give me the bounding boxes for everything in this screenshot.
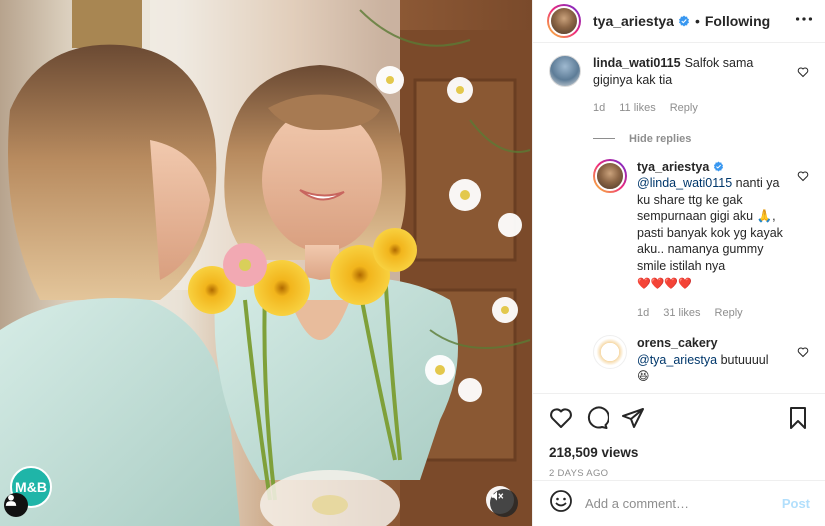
reply-meta: 1d 31 likes Reply [637,305,787,322]
comment-time[interactable]: 1d [593,100,605,117]
speaker-muted-icon [491,491,504,501]
comment-username[interactable]: linda_wati0115 [593,56,681,70]
reply-avatar[interactable] [593,335,627,369]
mute-button[interactable] [490,489,518,517]
reply-text: butuuuul [720,352,769,367]
comment-input[interactable] [585,496,765,511]
post-photo [0,0,532,526]
action-icons [549,406,810,435]
reply-item: orens_cakery @tya_ariestya butuuuul 😆 [593,335,809,385]
like-icon[interactable] [549,406,573,435]
emoji-icon[interactable] [549,489,573,518]
header-separator: • [694,13,700,29]
hide-replies-label: Hide replies [629,132,692,145]
tagged-users-button[interactable] [4,493,28,517]
reply-likes[interactable]: 31 likes [663,305,700,322]
reply-avatar[interactable] [593,158,627,193]
like-comment-icon[interactable] [797,65,809,83]
post-panel: tya_ariestya • Following linda_wati0115 … [532,0,825,526]
reply-time[interactable]: 1d [637,305,649,322]
comments-list[interactable]: linda_wati0115 Salfok sama giginya kak ti… [533,43,825,390]
like-reply-icon[interactable] [797,345,809,363]
watermark-text: M&B [15,479,47,495]
person-icon [5,494,17,506]
reply-mention[interactable]: @tya_ariestya [637,353,717,367]
avatar-image [549,6,579,36]
like-reply-icon[interactable] [797,169,809,187]
more-options-icon[interactable] [793,8,815,35]
divider-line [593,138,615,139]
reply-username[interactable]: tya_ariestya [637,160,709,174]
reply-text: nanti ya ku share ttg ke gak sempurnaan … [637,176,783,273]
share-icon[interactable] [621,406,645,435]
post-media[interactable]: M&B [0,0,532,526]
add-comment-bar: Post [533,480,825,526]
reply-body: orens_cakery @tya_ariestya butuuuul 😆 [637,335,787,385]
following-button[interactable]: Following [705,13,770,29]
post-header: tya_ariestya • Following [533,0,825,43]
comment-item: linda_wati0115 Salfok sama giginya kak ti… [549,55,809,117]
reply-emoji: 😆 [637,369,650,383]
post-date[interactable]: 2 DAYS AGO [549,468,810,479]
reply-item: tya_ariestya @linda_wati0115 nanti ya ku… [593,158,809,322]
reply-username[interactable]: orens_cakery [637,336,718,350]
comment-body: linda_wati0115 Salfok sama giginya kak ti… [593,55,783,117]
reply-button[interactable]: Reply [715,305,743,322]
comment-likes[interactable]: 11 likes [619,100,655,117]
author-username[interactable]: tya_ariestya [593,13,674,29]
comment-icon[interactable] [585,406,610,435]
verified-badge-icon [678,15,690,27]
reply-hearts: ❤️❤️❤️❤️ [637,278,692,290]
reply-button[interactable]: Reply [670,100,698,117]
reply-body: tya_ariestya @linda_wati0115 nanti ya ku… [637,159,787,322]
view-count[interactable]: 218,509 views [549,445,810,460]
post-comment-button[interactable]: Post [782,496,810,511]
commenter-avatar[interactable] [549,55,581,87]
comment-meta: 1d 11 likes Reply [593,100,783,117]
post-actions: 218,509 views 2 DAYS AGO [533,393,825,479]
verified-badge-icon [713,160,724,172]
bookmark-icon[interactable] [786,406,810,435]
reply-mention[interactable]: @linda_wati0115 [637,176,732,190]
instagram-post-view: M&B tya_ariestya • Following linda_wati0… [0,0,825,526]
author-avatar[interactable] [547,4,581,38]
hide-replies-toggle[interactable]: Hide replies [593,133,809,145]
